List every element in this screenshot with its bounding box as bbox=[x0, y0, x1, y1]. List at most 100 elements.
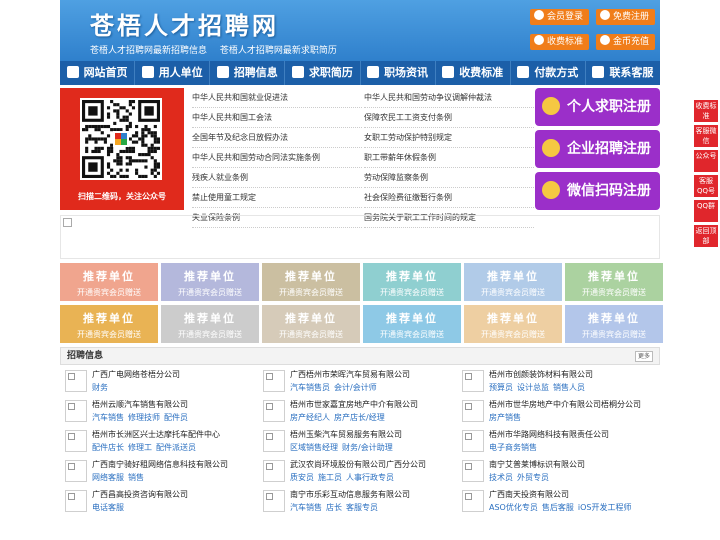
nav-payment[interactable]: 付款方式 bbox=[511, 61, 586, 85]
company-name-link[interactable]: 梧州市世家嘉宜房地产中介有限公司 bbox=[290, 399, 418, 410]
job-position-link[interactable]: 财务 bbox=[92, 383, 108, 392]
company-name-link[interactable]: 梧州市长洲区兴士达摩托车配件中心 bbox=[92, 429, 220, 440]
company-name-link[interactable]: 广西昌高投资咨询有限公司 bbox=[92, 489, 188, 500]
company-name-link[interactable]: 南宁艾普莱博标识有限公司 bbox=[489, 459, 585, 470]
ad-banner-image[interactable] bbox=[60, 215, 660, 259]
job-position-link[interactable]: 设计总监 bbox=[517, 383, 549, 392]
nav-jobs[interactable]: 招聘信息 bbox=[210, 61, 286, 85]
company-logo[interactable] bbox=[263, 370, 285, 392]
recommend-tile[interactable]: 推荐单位 开通贵宾会员赠送 bbox=[363, 263, 461, 301]
company-logo[interactable] bbox=[263, 490, 285, 512]
recommend-tile[interactable]: 推荐单位 开通贵宾会员赠送 bbox=[464, 263, 562, 301]
register-button[interactable]: 免费注册 bbox=[596, 9, 656, 25]
site-title[interactable]: 苍梧人才招聘网 bbox=[90, 6, 279, 41]
more-button[interactable]: 更多 bbox=[634, 351, 653, 362]
recommend-tile[interactable]: 推荐单位 开通贵宾会员赠送 bbox=[565, 263, 663, 301]
law-link[interactable]: 女职工劳动保护特别规定 bbox=[364, 128, 534, 148]
law-link[interactable]: 社会保险费征缴暂行条例 bbox=[364, 188, 534, 208]
recommend-tile[interactable]: 推荐单位 开通贵宾会员赠送 bbox=[60, 305, 158, 343]
law-link[interactable]: 中华人民共和国劳动争议调解仲裁法 bbox=[364, 88, 534, 108]
job-position-link[interactable]: 汽车销售员 bbox=[290, 383, 330, 392]
nav-news[interactable]: 职场资讯 bbox=[361, 61, 436, 85]
company-name-link[interactable]: 梧州玉柴汽车贸易服务有限公司 bbox=[290, 429, 402, 440]
login-button[interactable]: 会员登录 bbox=[530, 9, 590, 25]
job-position-link[interactable]: 汽车销售 bbox=[92, 413, 124, 422]
company-logo[interactable] bbox=[462, 430, 484, 452]
company-name-link[interactable]: 广西南宁骑好租网络信息科技有限公司 bbox=[92, 459, 228, 470]
law-link[interactable]: 全国年节及纪念日放假办法 bbox=[192, 128, 362, 148]
pricing-button[interactable]: 收费标准 bbox=[530, 34, 590, 50]
job-position-link[interactable]: 电子商务销售 bbox=[489, 443, 537, 452]
side-qq-group[interactable]: QQ群 bbox=[694, 200, 718, 222]
job-position-link[interactable]: 预算员 bbox=[489, 383, 513, 392]
job-position-link[interactable]: 区域销售经理 bbox=[290, 443, 338, 452]
company-logo[interactable] bbox=[65, 370, 87, 392]
law-link[interactable]: 残疾人就业条例 bbox=[192, 168, 362, 188]
job-position-link[interactable]: 汽车销售 bbox=[290, 503, 322, 512]
recommend-tile[interactable]: 推荐单位 开通贵宾会员赠送 bbox=[262, 263, 360, 301]
nav-contact[interactable]: 联系客服 bbox=[586, 61, 660, 85]
side-wechat-service[interactable]: 客服微信 bbox=[694, 125, 718, 147]
law-link[interactable]: 劳动保障监察条例 bbox=[364, 168, 534, 188]
job-position-link[interactable]: 修理技师 bbox=[128, 413, 160, 422]
job-position-link[interactable]: 电话客服 bbox=[92, 503, 124, 512]
company-logo[interactable] bbox=[462, 490, 484, 512]
company-name-link[interactable]: 梧州市创颜装饰材料有限公司 bbox=[489, 369, 593, 380]
company-logo[interactable] bbox=[462, 460, 484, 482]
job-position-link[interactable]: 人事行政专员 bbox=[346, 473, 394, 482]
side-pricing[interactable]: 收费标准 bbox=[694, 100, 718, 122]
company-name-link[interactable]: 梧州市世华房地产中介有限公司梧桐分公司 bbox=[489, 399, 641, 410]
company-logo[interactable] bbox=[65, 430, 87, 452]
nav-employers[interactable]: 用人单位 bbox=[135, 61, 211, 85]
company-logo[interactable] bbox=[462, 400, 484, 422]
job-position-link[interactable]: 网络客服 bbox=[92, 473, 124, 482]
job-position-link[interactable]: 售后客服 bbox=[542, 503, 574, 512]
company-logo[interactable] bbox=[263, 460, 285, 482]
company-logo[interactable] bbox=[65, 460, 87, 482]
job-position-link[interactable]: 配件派送员 bbox=[156, 443, 196, 452]
law-link[interactable]: 职工带薪年休假条例 bbox=[364, 148, 534, 168]
job-position-link[interactable]: 会计/会计师 bbox=[334, 383, 377, 392]
company-name-link[interactable]: 广西梧州市荣晖汽车贸易有限公司 bbox=[290, 369, 410, 380]
recommend-tile[interactable]: 推荐单位 开通贵宾会员赠送 bbox=[161, 263, 259, 301]
job-position-link[interactable]: ASO优化专员 bbox=[489, 503, 538, 512]
company-name-link[interactable]: 广西南天投资有限公司 bbox=[489, 489, 569, 500]
law-link[interactable]: 中华人民共和国工会法 bbox=[192, 108, 362, 128]
job-position-link[interactable]: 配件员 bbox=[164, 413, 188, 422]
company-name-link[interactable]: 梧州市华路网络科技有限责任公司 bbox=[489, 429, 609, 440]
job-position-link[interactable]: 销售人员 bbox=[553, 383, 585, 392]
company-logo[interactable] bbox=[263, 430, 285, 452]
job-position-link[interactable]: 店长 bbox=[326, 503, 342, 512]
law-link[interactable]: 禁止使用童工规定 bbox=[192, 188, 362, 208]
side-official-account[interactable]: 公众号 bbox=[694, 150, 718, 172]
nav-home[interactable]: 网站首页 bbox=[60, 61, 136, 85]
company-logo[interactable] bbox=[462, 370, 484, 392]
company-logo[interactable] bbox=[263, 400, 285, 422]
job-position-link[interactable]: 修理工 bbox=[128, 443, 152, 452]
job-position-link[interactable]: 客服专员 bbox=[346, 503, 378, 512]
recommend-tile[interactable]: 推荐单位 开通贵宾会员赠送 bbox=[363, 305, 461, 343]
job-position-link[interactable]: 房产经纪人 bbox=[290, 413, 330, 422]
latest-jobs-link[interactable]: 苍梧人才招聘网最新招聘信息 bbox=[90, 46, 207, 56]
wechat-register-button[interactable]: 微信扫码注册 bbox=[535, 172, 660, 210]
nav-pricing[interactable]: 收费标准 bbox=[436, 61, 511, 85]
job-position-link[interactable]: 财务/会计助理 bbox=[342, 443, 393, 452]
company-name-link[interactable]: 梧州云顺汽车销售有限公司 bbox=[92, 399, 188, 410]
job-position-link[interactable]: 技术员 bbox=[489, 473, 513, 482]
job-position-link[interactable]: 销售 bbox=[128, 473, 144, 482]
job-position-link[interactable]: 配件店长 bbox=[92, 443, 124, 452]
company-logo[interactable] bbox=[65, 490, 87, 512]
law-link[interactable]: 保障农民工工资支付条例 bbox=[364, 108, 534, 128]
job-position-link[interactable]: 施工员 bbox=[318, 473, 342, 482]
job-position-link[interactable]: 房产销售 bbox=[489, 413, 521, 422]
job-position-link[interactable]: 房产店长/经理 bbox=[334, 413, 385, 422]
job-position-link[interactable]: 外贸专员 bbox=[517, 473, 549, 482]
employer-register-button[interactable]: 企业招聘注册 bbox=[535, 130, 660, 168]
company-name-link[interactable]: 南宁市乐彩互动信息服务有限公司 bbox=[290, 489, 410, 500]
law-link[interactable]: 中华人民共和国就业促进法 bbox=[192, 88, 362, 108]
side-qq-service[interactable]: 客服QQ号 bbox=[694, 175, 718, 197]
job-position-link[interactable]: 质安员 bbox=[290, 473, 314, 482]
law-link[interactable]: 中华人民共和国劳动合同法实施条例 bbox=[192, 148, 362, 168]
recommend-tile[interactable]: 推荐单位 开通贵宾会员赠送 bbox=[565, 305, 663, 343]
company-name-link[interactable]: 广西广电网络苍梧分公司 bbox=[92, 369, 180, 380]
